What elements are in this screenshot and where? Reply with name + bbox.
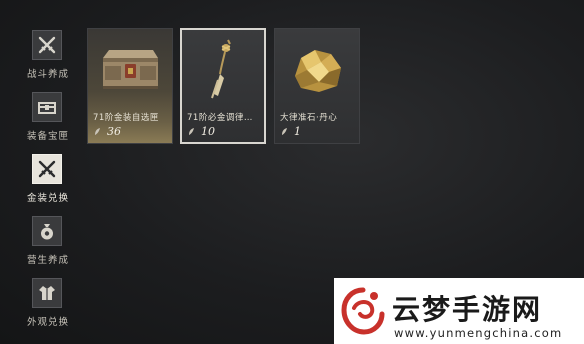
sidebar: 战斗养成 装备宝匣 金装兑换 营生养成 外观兑换 [0, 0, 84, 344]
item-quantity-value: 36 [107, 125, 121, 138]
sidebar-item-battle-training[interactable]: 战斗养成 [16, 30, 80, 86]
sidebar-item-label: 外观兑换 [26, 317, 69, 328]
gold-chest-icon [88, 33, 172, 107]
money-bag-icon [32, 216, 62, 246]
sidebar-item-equipment-chest[interactable]: 装备宝匣 [16, 92, 80, 148]
item-name: 71阶金装自选匣 [93, 113, 159, 123]
item-name: 71阶必金调律… [187, 113, 253, 123]
sidebar-item-gold-exchange[interactable]: 金装兑换 [16, 154, 80, 210]
item-quantity: 1 [281, 125, 301, 138]
item-card[interactable]: 大律准石·丹心 1 [274, 28, 360, 144]
chest-icon [32, 92, 62, 122]
currency-feather-icon [189, 128, 194, 135]
sidebar-item-label: 战斗养成 [26, 69, 69, 80]
item-quantity: 36 [94, 125, 121, 138]
watermark-banner: 云梦手游网 www.yunmengchina.com [334, 278, 584, 344]
sidebar-item-appearance-exchange[interactable]: 外观兑换 [16, 278, 80, 334]
sidebar-item-label: 金装兑换 [26, 193, 69, 204]
currency-feather-icon [95, 128, 100, 135]
gold-ore-icon [275, 33, 359, 107]
item-name: 大律准石·丹心 [280, 113, 338, 123]
watermark-url: www.yunmengchina.com [394, 326, 563, 340]
item-quantity-value: 1 [294, 125, 301, 138]
robe-icon [32, 278, 62, 308]
item-quantity: 10 [188, 125, 215, 138]
currency-feather-icon [282, 128, 287, 135]
tassel-ornament-icon [182, 34, 264, 108]
item-quantity-value: 10 [201, 125, 215, 138]
sidebar-item-label: 营生养成 [26, 255, 69, 266]
crossed-swords-icon [32, 154, 62, 184]
item-card-selected[interactable]: 71阶必金调律… 10 [180, 28, 266, 144]
item-card[interactable]: 71阶金装自选匣 36 [87, 28, 173, 144]
watermark-logo-icon [341, 287, 385, 335]
watermark-text: 云梦手游网 [392, 293, 543, 326]
sidebar-item-label: 装备宝匣 [26, 131, 69, 142]
sidebar-item-livelihood-training[interactable]: 营生养成 [16, 216, 80, 272]
crossed-swords-icon [32, 30, 62, 60]
